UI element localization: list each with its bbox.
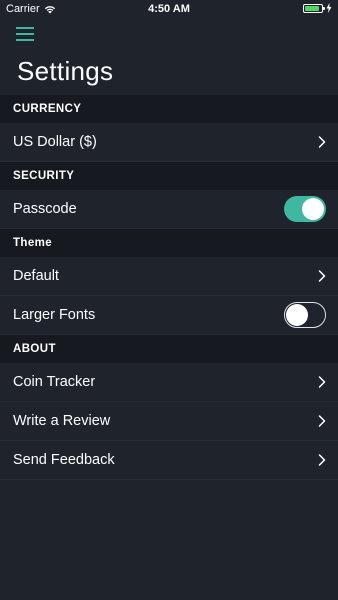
battery-icon [303, 3, 325, 13]
hamburger-menu-icon[interactable] [16, 27, 34, 41]
setting-row-passcode: Passcode [0, 190, 338, 229]
setting-row-currency[interactable]: US Dollar ($) [0, 123, 338, 162]
setting-label: US Dollar ($) [13, 134, 97, 150]
charging-bolt-icon [326, 3, 332, 13]
setting-label: Coin Tracker [13, 374, 96, 390]
passcode-toggle[interactable] [284, 196, 326, 222]
setting-row-larger-fonts: Larger Fonts [0, 296, 338, 335]
setting-label: Default [13, 268, 59, 284]
setting-label: Write a Review [13, 413, 111, 429]
status-right [303, 3, 332, 13]
section-header-security: SECURITY [0, 162, 338, 190]
setting-label: Larger Fonts [13, 307, 96, 323]
settings-list: CURRENCY US Dollar ($) SECURITY Passcode… [0, 95, 338, 480]
chevron-right-icon [318, 454, 326, 466]
setting-row-write-review[interactable]: Write a Review [0, 402, 338, 441]
chevron-right-icon [318, 136, 326, 148]
toggle-knob [285, 303, 308, 326]
setting-row-theme-default[interactable]: Default [0, 257, 338, 296]
setting-label: Passcode [13, 201, 77, 217]
setting-label: Send Feedback [13, 452, 115, 468]
setting-row-coin-tracker[interactable]: Coin Tracker [0, 363, 338, 402]
chevron-right-icon [318, 376, 326, 388]
status-bar: Carrier 4:50 AM [0, 0, 338, 18]
section-header-theme: Theme [0, 229, 338, 257]
toggle-knob [302, 198, 324, 220]
larger-fonts-toggle[interactable] [284, 302, 326, 328]
section-header-about: ABOUT [0, 335, 338, 363]
battery-level-fill [305, 5, 320, 11]
page-title: Settings [17, 56, 114, 86]
chevron-right-icon [318, 415, 326, 427]
section-header-currency: CURRENCY [0, 95, 338, 123]
setting-row-send-feedback[interactable]: Send Feedback [0, 441, 338, 480]
status-time: 4:50 AM [148, 3, 190, 15]
chevron-right-icon [318, 270, 326, 282]
